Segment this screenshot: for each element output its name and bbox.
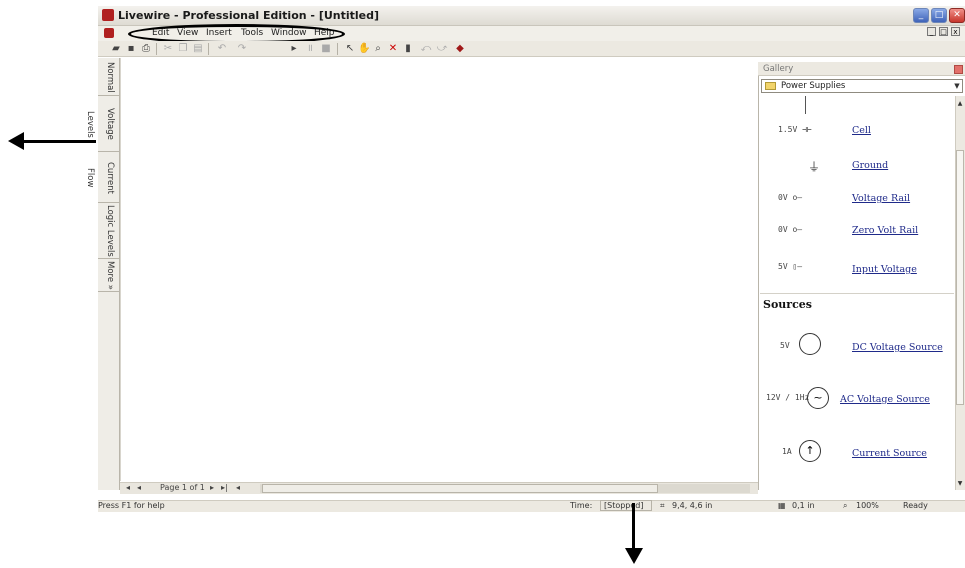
rotate-right-icon[interactable]: ⤻ bbox=[436, 43, 448, 55]
child-minimize-button[interactable]: _ bbox=[927, 27, 936, 36]
child-restore-button[interactable]: □ bbox=[939, 27, 948, 36]
next-page-button[interactable]: ▸ bbox=[210, 483, 214, 492]
app-icon[interactable] bbox=[102, 9, 114, 21]
window-title: Livewire - Professional Edition - [Untit… bbox=[118, 9, 380, 22]
ac-source-value: 12V / 1Hz bbox=[766, 393, 810, 402]
arrowhead-left-icon bbox=[8, 132, 24, 150]
current-source-value: 1A bbox=[782, 447, 792, 456]
input-voltage-symbol-icon: 5V ▯— bbox=[778, 262, 803, 271]
prev-page-button[interactable]: ◂ bbox=[137, 483, 141, 492]
child-close-button[interactable]: x bbox=[951, 27, 960, 36]
maximize-button[interactable]: □ bbox=[931, 8, 947, 23]
annotation-arrow-left bbox=[20, 140, 96, 143]
status-coordinates: 9,4, 4,6 in bbox=[672, 501, 713, 510]
gallery-item-dc-voltage-source[interactable]: DC Voltage Source bbox=[852, 342, 943, 353]
status-help-text: Press F1 for help bbox=[98, 501, 165, 510]
hand-icon[interactable]: ✋ bbox=[358, 43, 370, 55]
horizontal-scroll-thumb[interactable] bbox=[262, 484, 658, 493]
gallery-close-button[interactable] bbox=[954, 65, 963, 74]
status-grid: 0,1 in bbox=[792, 501, 815, 510]
scroll-down-icon[interactable]: ▼ bbox=[956, 480, 964, 488]
dc-voltage-source-icon bbox=[799, 333, 821, 355]
rotate-left-icon[interactable]: ⤺ bbox=[420, 43, 432, 55]
pause-icon[interactable]: ॥ bbox=[304, 43, 316, 55]
status-bar bbox=[98, 500, 965, 512]
open-icon[interactable]: ▰ bbox=[110, 43, 122, 55]
grid-icon: ▦ bbox=[778, 501, 786, 510]
gallery-item-cell[interactable]: Cell bbox=[852, 125, 871, 136]
close-button[interactable]: ✕ bbox=[949, 8, 965, 23]
tab-logic-levels[interactable]: Logic Levels bbox=[98, 204, 120, 259]
scroll-left-button[interactable]: ◂ bbox=[236, 483, 240, 492]
gallery-item-ground[interactable]: Ground bbox=[852, 160, 888, 171]
tab-current-flow[interactable]: Current Flow bbox=[85, 153, 120, 203]
save-icon[interactable]: ▪ bbox=[125, 43, 137, 55]
zero-volt-rail-symbol-icon: 0V o— bbox=[778, 225, 803, 234]
probe-icon[interactable]: ▮ bbox=[402, 43, 414, 55]
redo-icon[interactable]: ↷ bbox=[236, 43, 248, 55]
paste-icon[interactable]: ▤ bbox=[192, 43, 204, 55]
ground-symbol-icon: ⏚ bbox=[808, 160, 821, 174]
gallery-section-sources: Sources bbox=[763, 298, 812, 311]
gallery-category-value: Power Supplies bbox=[781, 81, 846, 91]
toolbar-separator bbox=[156, 43, 157, 55]
minimize-button[interactable]: _ bbox=[913, 8, 929, 23]
undo-icon[interactable]: ↶ bbox=[216, 43, 228, 55]
document-icon[interactable] bbox=[104, 28, 114, 38]
gallery-item-current-source[interactable]: Current Source bbox=[852, 448, 927, 459]
cell-symbol-icon: 1.5V ⊣⊢ bbox=[778, 125, 812, 134]
zoom-icon[interactable]: ⌕ bbox=[372, 43, 384, 55]
gallery-item-voltage-rail[interactable]: Voltage Rail bbox=[852, 193, 910, 204]
tab-more[interactable]: More » bbox=[98, 260, 120, 292]
scroll-up-icon[interactable]: ▲ bbox=[956, 100, 964, 108]
folder-icon bbox=[765, 82, 776, 90]
gallery-item-ac-voltage-source[interactable]: AC Voltage Source bbox=[840, 394, 930, 405]
gallery-title: Gallery bbox=[763, 64, 794, 74]
first-page-button[interactable]: ◂ bbox=[126, 483, 130, 492]
section-divider bbox=[760, 293, 954, 294]
chevron-down-icon[interactable]: ▼ bbox=[952, 80, 962, 92]
tab-voltage-levels[interactable]: Voltage Levels bbox=[85, 97, 120, 152]
last-page-button[interactable]: ▸| bbox=[221, 483, 228, 492]
status-time-label: Time: bbox=[570, 501, 593, 510]
cut-icon[interactable]: ✂ bbox=[162, 43, 174, 55]
status-time-value: [Stopped] bbox=[604, 501, 644, 510]
zoom-status-icon: ⌕ bbox=[843, 501, 848, 510]
gallery-item-zero-volt-rail[interactable]: Zero Volt Rail bbox=[852, 225, 918, 236]
annotation-arrow-down bbox=[632, 503, 635, 553]
voltage-rail-symbol-icon: 0V o— bbox=[778, 193, 803, 202]
coordinates-icon: ⌗ bbox=[660, 501, 665, 510]
stop-icon[interactable]: ■ bbox=[320, 43, 332, 55]
status-state: Ready bbox=[903, 501, 928, 510]
print-icon[interactable]: ⎙ bbox=[140, 43, 152, 55]
component-icon[interactable]: ◆ bbox=[454, 43, 466, 55]
status-zoom: 100% bbox=[856, 501, 879, 510]
arrowhead-down-icon bbox=[625, 548, 643, 564]
toolbar-separator bbox=[337, 43, 338, 55]
tab-normal[interactable]: Normal bbox=[98, 60, 120, 96]
circuit-canvas[interactable] bbox=[120, 58, 758, 481]
dc-source-value: 5V bbox=[780, 341, 790, 350]
gallery-scroll-thumb[interactable] bbox=[956, 150, 964, 405]
play-icon[interactable]: ▸ bbox=[288, 43, 300, 55]
page-label: Page 1 of 1 bbox=[160, 483, 205, 492]
toolbar-separator bbox=[208, 43, 209, 55]
toolbar bbox=[98, 41, 965, 57]
gallery-item-input-voltage[interactable]: Input Voltage bbox=[852, 264, 917, 275]
ac-voltage-source-icon: ~ bbox=[807, 387, 829, 409]
delete-icon[interactable]: ✕ bbox=[387, 43, 399, 55]
wire-stub bbox=[805, 96, 806, 114]
pointer-icon[interactable]: ↖ bbox=[344, 43, 356, 55]
current-source-icon: ↑ bbox=[799, 440, 821, 462]
copy-icon[interactable]: ❐ bbox=[177, 43, 189, 55]
